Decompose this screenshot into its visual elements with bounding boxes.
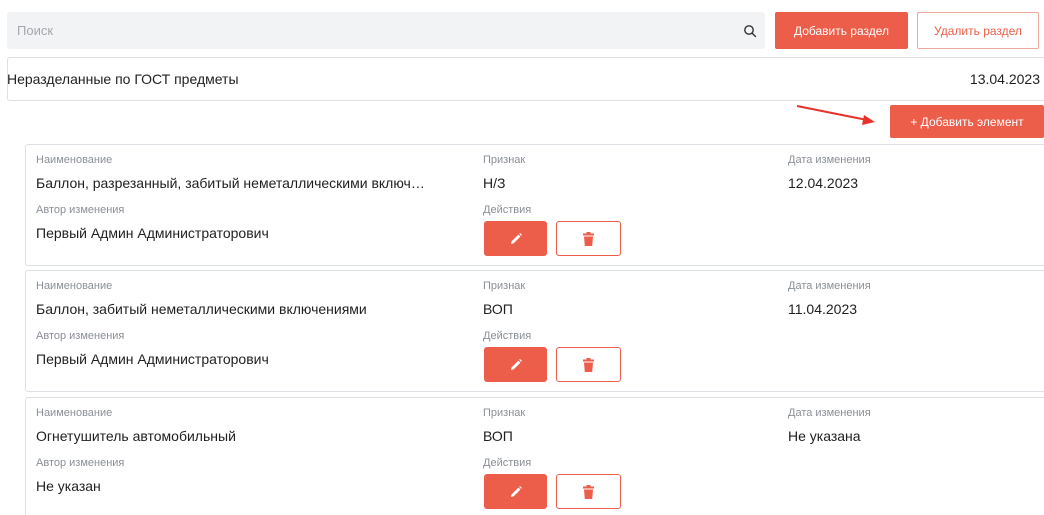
delete-button[interactable] [556, 221, 621, 256]
item-sign: Н/З [483, 175, 506, 191]
actions-label: Действия [483, 330, 532, 342]
add-element-button[interactable]: + Добавить элемент [890, 105, 1044, 138]
edit-button[interactable] [484, 221, 547, 256]
trash-icon [583, 484, 594, 499]
actions-label: Действия [483, 457, 532, 469]
pencil-icon [510, 358, 522, 370]
section-date: 13.04.2023 [969, 71, 1040, 87]
pencil-icon [510, 485, 522, 497]
sign-label: Признак [483, 154, 526, 166]
item-author: Не указан [36, 478, 101, 494]
add-section-button[interactable]: Добавить раздел [775, 12, 908, 49]
actions-label: Действия [483, 204, 532, 216]
item-name: Баллон, разрезанный, забитый неметалличе… [36, 175, 425, 191]
date-label: Дата изменения [788, 407, 871, 419]
edit-button[interactable] [484, 474, 547, 509]
section-header[interactable]: Неразделанные по ГОСТ предметы 13.04.202… [7, 57, 1044, 101]
item-date: 12.04.2023 [788, 175, 859, 191]
item-date: Не указана [788, 428, 861, 444]
edit-button[interactable] [484, 347, 547, 382]
search-icon[interactable] [735, 12, 765, 49]
pencil-icon [510, 232, 522, 244]
arrow-annotation-icon [796, 105, 875, 125]
item-author: Первый Админ Администраторович [36, 225, 269, 241]
item-author: Первый Админ Администраторович [36, 351, 269, 367]
item-name: Баллон, забитый неметаллическими включен… [36, 301, 367, 317]
search-bar [7, 12, 765, 49]
name-label: Наименование [36, 154, 113, 166]
item-date: 11.04.2023 [788, 301, 858, 317]
section-title: Неразделанные по ГОСТ предметы [7, 71, 239, 87]
delete-section-button[interactable]: Удалить раздел [917, 12, 1039, 49]
name-label: Наименование [36, 407, 113, 419]
author-label: Автор изменения [36, 457, 125, 469]
item-card: Наименование Баллон, забитый неметалличе… [25, 270, 1044, 392]
delete-button[interactable] [556, 347, 621, 382]
name-label: Наименование [36, 280, 113, 292]
item-name: Огнетушитель автомобильный [36, 428, 236, 444]
item-card: Наименование Огнетушитель автомобильный … [25, 397, 1044, 515]
trash-icon [583, 357, 594, 372]
delete-button[interactable] [556, 474, 621, 509]
date-label: Дата изменения [788, 280, 871, 292]
item-sign: ВОП [483, 428, 513, 444]
date-label: Дата изменения [788, 154, 871, 166]
page: Добавить раздел Удалить раздел Нераздела… [0, 0, 1044, 515]
author-label: Автор изменения [36, 204, 125, 216]
author-label: Автор изменения [36, 330, 125, 342]
search-input[interactable] [17, 23, 735, 38]
sign-label: Признак [483, 407, 526, 419]
item-sign: ВОП [483, 301, 513, 317]
item-card: Наименование Баллон, разрезанный, забиты… [25, 144, 1044, 266]
trash-icon [583, 231, 594, 246]
sign-label: Признак [483, 280, 526, 292]
